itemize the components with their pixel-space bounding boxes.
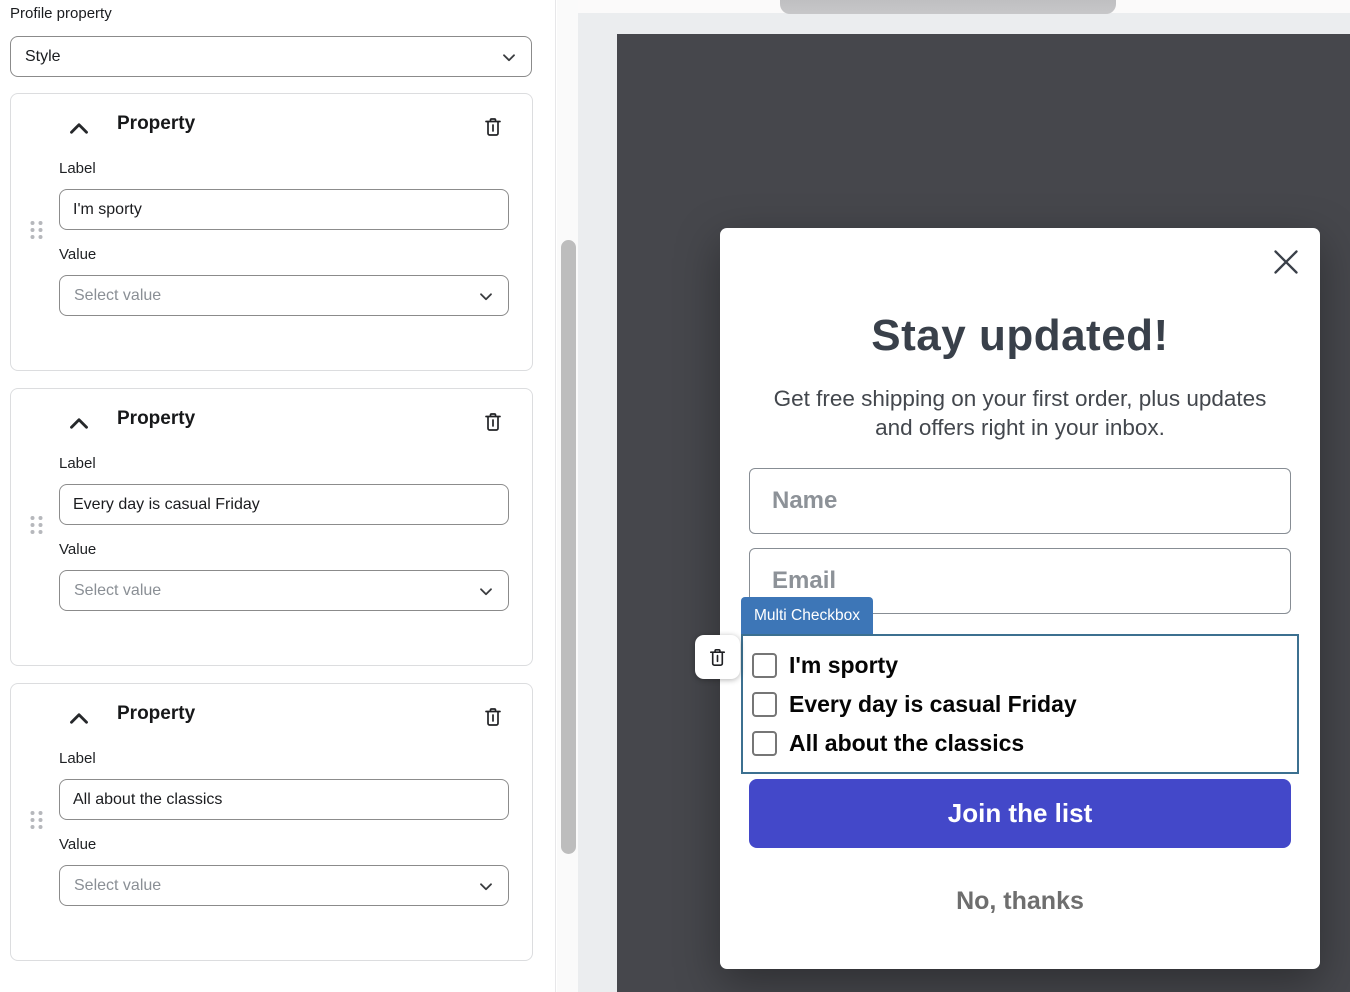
chevron-down-icon <box>478 288 494 304</box>
profile-property-label: Profile property <box>10 5 112 22</box>
trash-icon <box>481 410 505 434</box>
value-caption: Value <box>59 246 96 263</box>
property-label-input[interactable] <box>59 189 509 230</box>
checkbox-option[interactable]: I'm sporty <box>752 646 1297 685</box>
collapse-property-button[interactable] <box>63 407 95 439</box>
name-input[interactable] <box>749 468 1291 534</box>
checkbox-label: All about the classics <box>789 730 1024 757</box>
value-caption: Value <box>59 541 96 558</box>
checkbox-label: I'm sporty <box>789 652 898 679</box>
label-caption: Label <box>59 455 96 472</box>
profile-property-select-value: Style <box>25 48 61 66</box>
trash-icon <box>481 115 505 139</box>
close-icon <box>1273 249 1299 275</box>
trash-icon <box>481 705 505 729</box>
chevron-up-icon <box>67 411 91 435</box>
drag-handle-icon[interactable] <box>29 810 44 830</box>
multi-checkbox-block[interactable]: I'm sporty Every day is casual Friday Al… <box>741 634 1299 774</box>
property-value-select[interactable]: Select value <box>59 865 509 906</box>
chevron-down-icon <box>478 878 494 894</box>
value-select-placeholder: Select value <box>74 582 161 600</box>
delete-property-button[interactable] <box>475 109 511 145</box>
value-select-placeholder: Select value <box>74 287 161 305</box>
close-button[interactable] <box>1268 244 1304 280</box>
device-toggle-remnant <box>780 0 1116 14</box>
label-caption: Label <box>59 160 96 177</box>
chevron-up-icon <box>67 706 91 730</box>
trash-icon <box>706 646 729 669</box>
submit-button[interactable]: Join the list <box>749 779 1291 848</box>
label-caption: Label <box>59 750 96 767</box>
checkbox[interactable] <box>752 731 777 756</box>
drag-handle-icon[interactable] <box>29 220 44 240</box>
checkbox-option[interactable]: All about the classics <box>752 724 1297 763</box>
chevron-down-icon <box>501 49 517 65</box>
delete-property-button[interactable] <box>475 404 511 440</box>
panel-scrollbar-thumb[interactable] <box>561 240 576 854</box>
left-panel: Profile property Style Property Label Va… <box>0 0 556 992</box>
block-type-badge: Multi Checkbox <box>741 597 873 634</box>
property-value-select[interactable]: Select value <box>59 570 509 611</box>
property-value-select[interactable]: Select value <box>59 275 509 316</box>
checkbox-label: Every day is casual Friday <box>789 691 1077 718</box>
profile-property-select[interactable]: Style <box>10 36 532 77</box>
property-card-title: Property <box>117 113 195 135</box>
checkbox-option[interactable]: Every day is casual Friday <box>752 685 1297 724</box>
property-card: Property Label Value Select value <box>10 93 533 371</box>
property-card: Property Label Value Select value <box>10 388 533 666</box>
delete-block-button[interactable] <box>695 635 740 679</box>
property-card: Property Label Value Select value <box>10 683 533 961</box>
property-card-title: Property <box>117 408 195 430</box>
chevron-down-icon <box>478 583 494 599</box>
collapse-property-button[interactable] <box>63 702 95 734</box>
checkbox[interactable] <box>752 653 777 678</box>
popup-title: Stay updated! <box>720 311 1320 361</box>
value-select-placeholder: Select value <box>74 877 161 895</box>
chevron-up-icon <box>67 116 91 140</box>
value-caption: Value <box>59 836 96 853</box>
form-editor-app: Profile property Style Property Label Va… <box>0 0 1350 992</box>
dismiss-link[interactable]: No, thanks <box>720 887 1320 916</box>
popup-preview: Stay updated! Get free shipping on your … <box>720 228 1320 969</box>
property-card-title: Property <box>117 703 195 725</box>
delete-property-button[interactable] <box>475 699 511 735</box>
collapse-property-button[interactable] <box>63 112 95 144</box>
property-label-input[interactable] <box>59 484 509 525</box>
popup-subtitle: Get free shipping on your first order, p… <box>753 385 1287 442</box>
property-label-input[interactable] <box>59 779 509 820</box>
checkbox[interactable] <box>752 692 777 717</box>
drag-handle-icon[interactable] <box>29 515 44 535</box>
